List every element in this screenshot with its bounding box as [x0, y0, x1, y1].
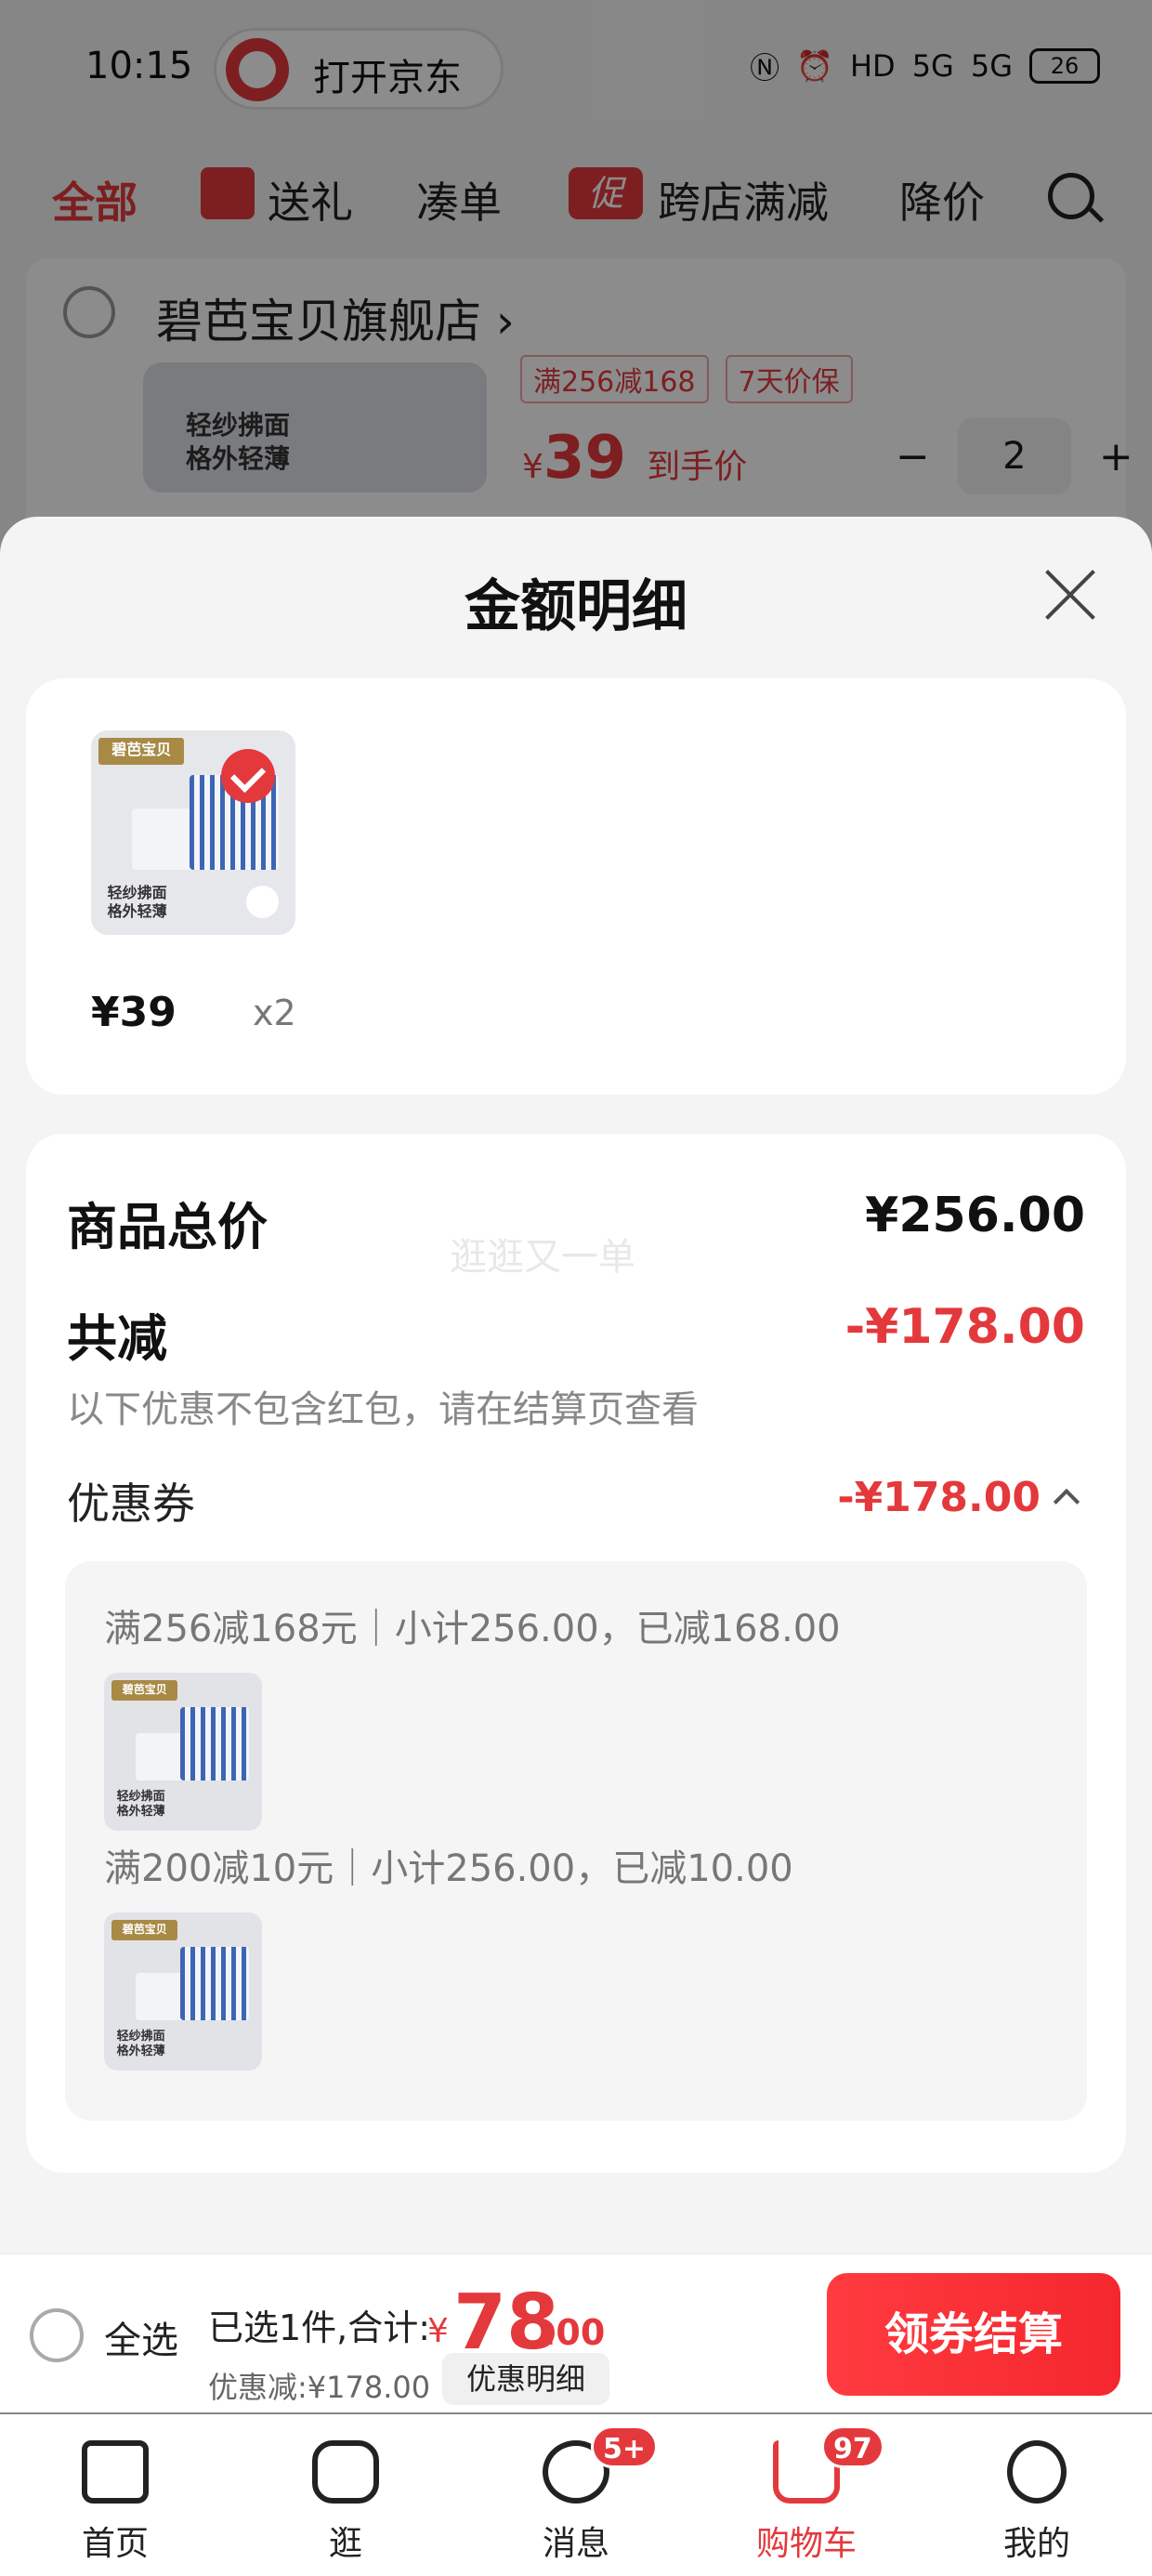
checkout-button[interactable]: 领券结算 [827, 2273, 1120, 2396]
tab-cart[interactable]: 97 购物车 [691, 2414, 922, 2576]
coupon-breakdown: 满256减168元｜小计256.00，已减168.00 碧芭宝贝 轻纱拂面 格外… [65, 1561, 1087, 2121]
selected-items-card: 碧芭宝贝 轻纱拂面 格外轻薄 ¥39 x2 [26, 678, 1126, 1095]
tab-profile[interactable]: 我的 [922, 2414, 1152, 2576]
select-all-checkbox[interactable] [30, 2308, 84, 2362]
chevron-up-icon[interactable] [1053, 1488, 1080, 1516]
coupon-value[interactable]: -¥178.00 [837, 1474, 1041, 1521]
profile-icon [1007, 2440, 1067, 2504]
explore-icon [312, 2440, 379, 2504]
price-detail-card: 商品总价 逛逛又一单 ¥256.00 共减 -¥178.00 以下优惠不包含红包… [26, 1134, 1126, 2173]
brand-logo: 碧芭宝贝 [111, 1680, 178, 1702]
product-art-caption: 轻纱拂面 格外轻薄 [107, 883, 167, 920]
tab-label: 首页 [81, 2525, 149, 2563]
tab-label: 逛 [328, 2525, 362, 2563]
tab-label: 我的 [1002, 2525, 1070, 2563]
discount-summary: 优惠减:¥178.00 [208, 2370, 431, 2405]
product-art-caption: 轻纱拂面 格外轻薄 [116, 2030, 165, 2059]
product-art-box [179, 1947, 250, 2020]
home-icon [82, 2440, 149, 2504]
product-art-caption: 轻纱拂面 格外轻薄 [116, 1790, 165, 1820]
discount-detail-button[interactable]: 优惠明细 [442, 2353, 609, 2405]
goods-total-value: ¥256.00 [865, 1188, 1085, 1243]
tab-explore[interactable]: 逛 [230, 2414, 461, 2576]
sheet-title: 金额明细 [465, 574, 687, 639]
tab-label: 购物车 [755, 2525, 857, 2563]
brand-logo: 碧芭宝贝 [98, 738, 185, 765]
watermark: 逛逛又一单 [450, 1236, 635, 1279]
selected-summary: 已选1件,合计: [208, 2307, 431, 2348]
coupon-rule-text: 满200减10元｜小计256.00，已减10.00 [104, 1847, 793, 1890]
message-badge: 5+ [591, 2425, 659, 2468]
size-badge [246, 886, 280, 919]
coupon-rule-text: 满256减168元｜小计256.00，已减168.00 [104, 1608, 841, 1650]
checkout-bar: 全选 已选1件,合计: ¥ 78 .00 优惠减:¥178.00 优惠明细 领券… [0, 2253, 1152, 2412]
cart-badge: 97 [821, 2425, 884, 2468]
coupon-label[interactable]: 优惠券 [67, 1470, 195, 1531]
reduction-note: 以下优惠不包含红包，请在结算页查看 [67, 1388, 699, 1431]
total-decimal: .00 [543, 2312, 606, 2353]
item-quantity: x2 [253, 992, 296, 1033]
reduction-label: 共减 [67, 1309, 167, 1368]
total-currency: ¥ [427, 2312, 449, 2350]
item-thumbnail[interactable]: 碧芭宝贝 轻纱拂面 格外轻薄 [91, 730, 295, 935]
checkmark-icon [221, 749, 275, 803]
brand-logo: 碧芭宝贝 [111, 1920, 178, 1941]
tab-label: 消息 [542, 2525, 609, 2563]
product-art-box [179, 1707, 250, 1781]
goods-total-label: 商品总价 [67, 1198, 268, 1256]
reduction-value: -¥178.00 [844, 1299, 1085, 1355]
item-price: ¥39 [91, 989, 177, 1036]
close-icon[interactable] [1037, 563, 1100, 626]
coupon-rule-thumbnail[interactable]: 碧芭宝贝 轻纱拂面 格外轻薄 [104, 1673, 262, 1831]
bottom-tab-bar: 首页 逛 5+ 消息 97 购物车 我的 [0, 2414, 1152, 2576]
select-all-label[interactable]: 全选 [104, 2310, 178, 2364]
coupon-rule-thumbnail[interactable]: 碧芭宝贝 轻纱拂面 格外轻薄 [104, 1912, 262, 2070]
tab-home[interactable]: 首页 [0, 2414, 230, 2576]
tab-messages[interactable]: 5+ 消息 [461, 2414, 691, 2576]
amount-detail-sheet: 金额明细 碧芭宝贝 轻纱拂面 格外轻薄 ¥39 x2 商品总价 逛逛又一单 ¥2… [0, 517, 1152, 2254]
